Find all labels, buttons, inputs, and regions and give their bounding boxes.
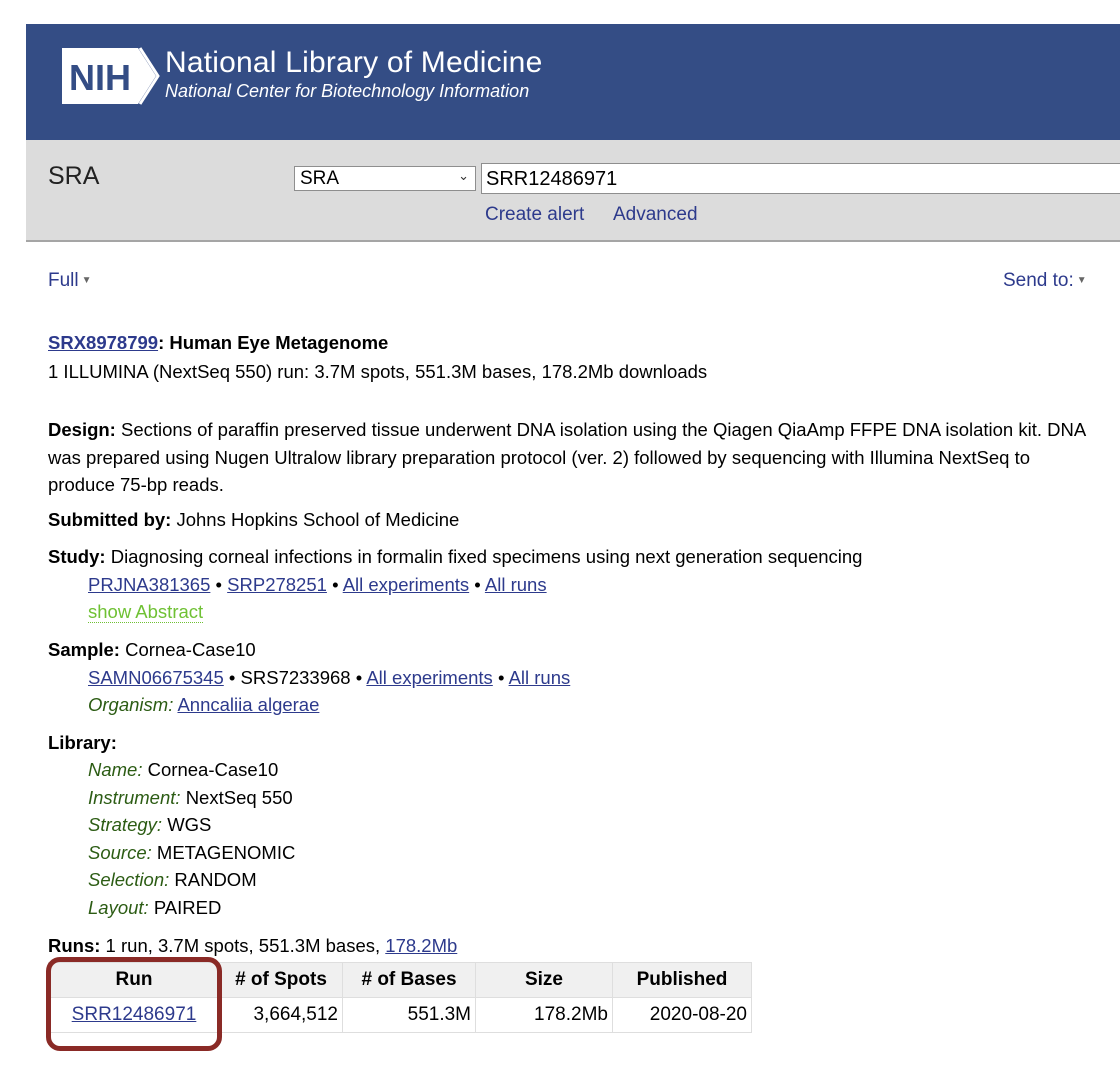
sample-links: SAMN06675345 • SRS7233968 • All experime…: [88, 667, 570, 689]
column-header-bases: # of Bases: [342, 962, 476, 998]
library-field-value: PAIRED: [153, 897, 222, 918]
bases-cell: 551.3M: [342, 997, 476, 1033]
library-field-value: METAGENOMIC: [156, 842, 296, 863]
organism-line: Organism: Anncaliia algerae: [88, 694, 319, 716]
submitted-by-value: Johns Hopkins School of Medicine: [176, 509, 460, 530]
search-bar: SRA SRA ⌄ SRR12486971 Create alert Advan…: [26, 140, 1120, 242]
srs-accession: SRS7233968: [240, 667, 351, 688]
library-instrument: Instrument: NextSeq 550: [88, 787, 293, 809]
library-field-value: Cornea-Case10: [147, 759, 279, 780]
library-field-label: Instrument:: [88, 787, 181, 808]
library-strategy: Strategy: WGS: [88, 814, 211, 836]
bullet-separator: •: [215, 574, 223, 595]
submitted-by-label: Submitted by:: [48, 509, 172, 530]
chevron-down-icon: ⌄: [458, 168, 469, 183]
library-layout: Layout: PAIRED: [88, 897, 221, 919]
database-select-value: SRA: [300, 168, 340, 189]
bullet-separator: •: [497, 667, 505, 688]
design-text: Sections of paraffin preserved tissue un…: [48, 419, 1086, 495]
database-select[interactable]: SRA ⌄: [294, 166, 476, 191]
advanced-search-link[interactable]: Advanced: [613, 204, 698, 226]
library-field-label: Selection:: [88, 869, 170, 890]
study-links: PRJNA381365 • SRP278251 • All experiment…: [88, 574, 547, 596]
library-field-label: Layout:: [88, 897, 149, 918]
show-abstract-link[interactable]: show Abstract: [88, 602, 204, 623]
display-format-menu[interactable]: Full ▼: [48, 270, 92, 292]
database-title: SRA: [48, 162, 100, 190]
study-label: Study:: [48, 546, 106, 567]
size-cell: 178.2Mb: [475, 997, 613, 1033]
submitted-by: Submitted by: Johns Hopkins School of Me…: [48, 509, 459, 531]
experiment-accession-link[interactable]: SRX8978799: [48, 332, 158, 353]
record-summary: 1 ILLUMINA (NextSeq 550) run: 3.7M spots…: [48, 361, 708, 382]
record-title: SRX8978799: Human Eye Metagenome: [48, 332, 388, 354]
send-to-menu[interactable]: Send to: ▼: [1003, 270, 1087, 292]
library-source: Source: METAGENOMIC: [88, 842, 295, 864]
nih-logo-icon[interactable]: NIH: [60, 44, 160, 108]
srp-link[interactable]: SRP278251: [227, 574, 327, 595]
bullet-separator: •: [332, 574, 339, 595]
caret-down-icon: ▼: [1076, 275, 1087, 286]
svg-text:NIH: NIH: [69, 57, 131, 98]
biosample-link[interactable]: SAMN06675345: [88, 667, 224, 688]
column-header-size: Size: [475, 962, 613, 998]
runs-download-link[interactable]: 178.2Mb: [385, 935, 457, 956]
display-format-label: Full: [48, 270, 79, 291]
caret-down-icon: ▼: [81, 275, 92, 286]
library-field-value: RANDOM: [174, 869, 257, 890]
sample-line: Sample: Cornea-Case10: [48, 639, 256, 661]
spots-cell: 3,664,512: [219, 997, 343, 1033]
study-all-runs-link[interactable]: All runs: [485, 574, 547, 595]
bullet-separator: •: [228, 667, 236, 688]
run-highlight-box: [46, 957, 222, 1051]
organism-label: Organism:: [88, 694, 174, 715]
send-to-label: Send to:: [1003, 270, 1074, 291]
study-all-experiments-link[interactable]: All experiments: [343, 574, 469, 595]
nlm-title[interactable]: National Library of Medicine: [165, 46, 542, 80]
library-field-label: Strategy:: [88, 814, 163, 835]
bioproject-link[interactable]: PRJNA381365: [88, 574, 210, 595]
create-alert-link[interactable]: Create alert: [485, 204, 584, 226]
sample-all-experiments-link[interactable]: All experiments: [366, 667, 492, 688]
column-header-published: Published: [612, 962, 752, 998]
library-field-value: WGS: [167, 814, 212, 835]
bullet-separator: •: [474, 574, 481, 595]
study-line: Study: Diagnosing corneal infections in …: [48, 546, 862, 568]
nih-header: NIH National Library of Medicine Nationa…: [26, 24, 1120, 140]
library-name: Name: Cornea-Case10: [88, 759, 278, 781]
search-input[interactable]: SRR12486971: [481, 163, 1120, 194]
bullet-separator: •: [355, 667, 363, 688]
library-selection: Selection: RANDOM: [88, 869, 257, 891]
published-cell: 2020-08-20: [612, 997, 752, 1033]
runs-summary: 1 run, 3.7M spots, 551.3M bases,: [100, 935, 386, 956]
study-title: Diagnosing corneal infections in formali…: [110, 546, 863, 567]
search-input-value: SRR12486971: [486, 168, 618, 190]
column-header-spots: # of Spots: [219, 962, 343, 998]
record-title-text: : Human Eye Metagenome: [158, 332, 389, 353]
runs-label: Runs:: [48, 935, 101, 956]
design-label: Design:: [48, 419, 116, 440]
sample-label: Sample:: [48, 639, 120, 660]
ncbi-subtitle[interactable]: National Center for Biotechnology Inform…: [165, 81, 529, 102]
sample-all-runs-link[interactable]: All runs: [509, 667, 571, 688]
runs-line: Runs: 1 run, 3.7M spots, 551.3M bases, 1…: [48, 935, 457, 957]
library-field-label: Source:: [88, 842, 152, 863]
sample-name: Cornea-Case10: [125, 639, 256, 660]
library-label: Library:: [48, 732, 117, 753]
design-section: Design: Sections of paraffin preserved t…: [48, 416, 1098, 499]
organism-link[interactable]: Anncaliia algerae: [177, 694, 319, 715]
library-field-label: Name:: [88, 759, 143, 780]
library-field-value: NextSeq 550: [185, 787, 293, 808]
